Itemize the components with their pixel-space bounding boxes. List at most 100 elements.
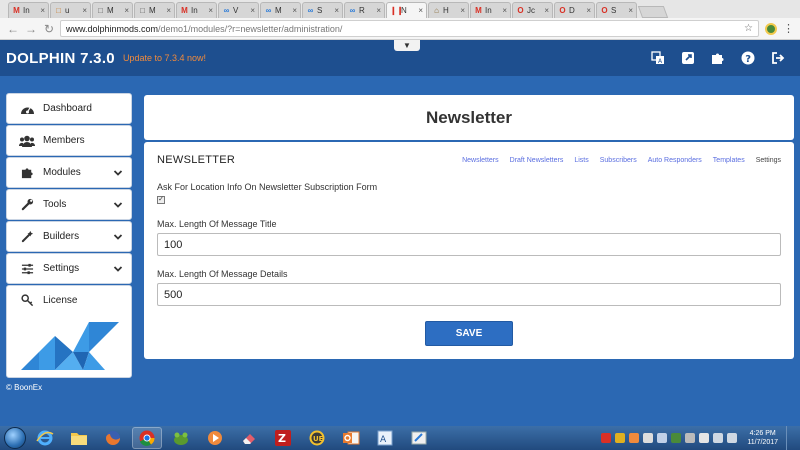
tray-app-icon[interactable] xyxy=(615,433,626,443)
filezilla-icon[interactable]: Z xyxy=(268,427,298,449)
forward-icon[interactable]: → xyxy=(24,22,38,36)
browser-tab[interactable]: ⌂ H × xyxy=(428,2,469,18)
browser-tab[interactable]: ❙❙ N × xyxy=(386,2,427,18)
update-link[interactable]: Update to 7.3.4 now! xyxy=(123,53,206,63)
opera-icon: O xyxy=(517,6,524,15)
browser-tab[interactable]: □ M × xyxy=(92,2,133,18)
browser-tab-label: In xyxy=(23,6,30,15)
infinity-icon: ∞ xyxy=(307,6,314,15)
close-icon[interactable]: × xyxy=(40,6,45,15)
close-icon[interactable]: × xyxy=(460,6,465,15)
browser-tab[interactable]: O Jc × xyxy=(512,2,553,18)
browser-tab[interactable]: M In × xyxy=(470,2,511,18)
tray-app-icon[interactable] xyxy=(629,433,640,443)
close-icon[interactable]: × xyxy=(334,6,339,15)
tray-app-icon[interactable] xyxy=(601,433,612,443)
show-desktop-button[interactable] xyxy=(786,426,794,450)
sidebar-item-license[interactable]: License xyxy=(19,294,119,307)
subnav-link-newsletters[interactable]: Newsletters xyxy=(462,157,499,164)
new-tab-button[interactable] xyxy=(637,6,669,18)
chrome-icon[interactable] xyxy=(132,427,162,449)
translate-icon[interactable]: A xyxy=(650,50,666,66)
close-icon[interactable]: × xyxy=(292,6,297,15)
logout-icon[interactable] xyxy=(770,50,786,66)
browser-tab-label: In xyxy=(485,6,492,15)
sidebar-item-members[interactable]: Members xyxy=(6,125,132,156)
app-icon-ue[interactable]: UE xyxy=(302,427,332,449)
url-input[interactable]: www.dolphinmods.com /demo1/modules/?r=ne… xyxy=(60,20,759,37)
media-player-icon[interactable] xyxy=(200,427,230,449)
network-icon[interactable] xyxy=(713,433,724,443)
close-icon[interactable]: × xyxy=(208,6,213,15)
close-icon[interactable]: × xyxy=(628,6,633,15)
subnav-link-templates[interactable]: Templates xyxy=(713,157,745,164)
opera-icon: O xyxy=(559,6,566,15)
details-length-input[interactable]: 500 xyxy=(157,283,781,306)
sidebar-item-label: Dashboard xyxy=(43,103,92,114)
volume-icon[interactable] xyxy=(727,433,738,443)
sidebar-item-builders[interactable]: Builders xyxy=(6,221,132,252)
firefox-icon[interactable] xyxy=(98,427,128,449)
eraser-app-icon[interactable] xyxy=(234,427,264,449)
browser-tab-label: u xyxy=(65,6,70,15)
sidebar-item-dashboard[interactable]: Dashboard xyxy=(6,93,132,124)
close-icon[interactable]: × xyxy=(544,6,549,15)
browser-tab[interactable]: M In × xyxy=(176,2,217,18)
browser-tab[interactable]: ∞ V × xyxy=(218,2,259,18)
internet-explorer-icon[interactable] xyxy=(30,427,60,449)
taskbar-clock[interactable]: 4:26 PM 11/7/2017 xyxy=(747,429,778,447)
sidebar-item-modules[interactable]: Modules xyxy=(6,157,132,188)
subnav-link-auto-responders[interactable]: Auto Responders xyxy=(648,157,702,164)
translator-icon[interactable]: A xyxy=(370,427,400,449)
close-icon[interactable]: × xyxy=(124,6,129,15)
external-link-icon[interactable] xyxy=(680,50,696,66)
extension-icon[interactable] xyxy=(765,22,777,35)
sidebar-item-tools[interactable]: Tools xyxy=(6,189,132,220)
gmail-icon: M xyxy=(13,6,20,15)
close-icon[interactable]: × xyxy=(586,6,591,15)
tray-app-icon[interactable] xyxy=(671,433,682,443)
back-icon[interactable]: ← xyxy=(6,22,20,36)
windows-taskbar: Z UE A 4:26 PM 11/7/2017 xyxy=(0,426,800,450)
file-explorer-icon[interactable] xyxy=(64,427,94,449)
browser-tab[interactable]: ∞ M × xyxy=(260,2,301,18)
flag-icon[interactable] xyxy=(699,433,710,443)
subnav-link-lists[interactable]: Lists xyxy=(574,157,588,164)
browser-tab[interactable]: O S × xyxy=(596,2,637,18)
browser-tab[interactable]: M In × xyxy=(8,2,49,18)
subnav-link-subscribers[interactable]: Subscribers xyxy=(600,157,637,164)
location-info-checkbox[interactable]: ✓ xyxy=(157,196,165,204)
reload-icon[interactable]: ↻ xyxy=(42,22,56,36)
browser-menu-icon[interactable]: ⋮ xyxy=(783,22,794,35)
browser-tab[interactable]: ∞ S × xyxy=(302,2,343,18)
title-length-label: Max. Length Of Message Title xyxy=(157,219,277,229)
close-icon[interactable]: × xyxy=(82,6,87,15)
help-icon[interactable]: ? xyxy=(740,50,756,66)
close-icon[interactable]: × xyxy=(166,6,171,15)
collapse-header-chevron-icon[interactable]: ▼ xyxy=(394,40,420,51)
sidebar-item-settings[interactable]: Settings xyxy=(6,253,132,284)
close-icon[interactable]: × xyxy=(250,6,255,15)
tray-app-icon[interactable] xyxy=(657,433,668,443)
sliders-icon xyxy=(19,262,35,276)
subnav-link-settings[interactable]: Settings xyxy=(756,157,781,164)
browser-tab[interactable]: O D × xyxy=(554,2,595,18)
close-icon[interactable]: × xyxy=(376,6,381,15)
title-length-input[interactable]: 100 xyxy=(157,233,781,256)
puzzle-icon[interactable] xyxy=(710,50,726,66)
save-button[interactable]: SAVE xyxy=(425,321,513,346)
browser-tab[interactable]: □ M × xyxy=(134,2,175,18)
start-button[interactable] xyxy=(4,427,26,449)
close-icon[interactable]: × xyxy=(502,6,507,15)
tray-app-icon[interactable] xyxy=(643,433,654,443)
tray-app-icon[interactable] xyxy=(685,433,696,443)
outlook-icon[interactable] xyxy=(336,427,366,449)
bookmark-star-icon[interactable]: ☆ xyxy=(744,23,753,34)
paint-app-icon[interactable] xyxy=(404,427,434,449)
frogger-app-icon[interactable] xyxy=(166,427,196,449)
browser-tab[interactable]: □ u × xyxy=(50,2,91,18)
close-icon[interactable]: × xyxy=(418,6,423,15)
page-title: Newsletter xyxy=(144,95,794,140)
subnav-link-draft-newsletters[interactable]: Draft Newsletters xyxy=(510,157,564,164)
browser-tab[interactable]: ∞ R × xyxy=(344,2,385,18)
